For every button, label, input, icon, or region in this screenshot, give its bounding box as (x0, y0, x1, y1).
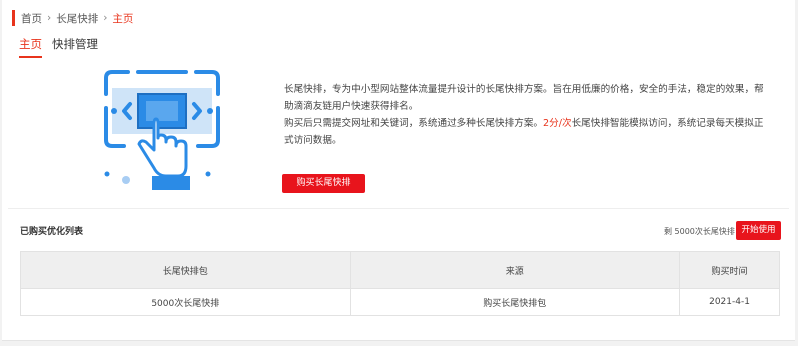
table-row: 5000次长尾快排 购买长尾快排包 2021-4-1 (20, 288, 780, 316)
intro-paragraph-2-start: 购买后只需提交网址和关键词，系统通过多种长尾快排方案。 (284, 118, 544, 129)
cell-source: 购买长尾快排包 (349, 288, 681, 316)
start-use-button[interactable]: 开始使用 (736, 221, 781, 240)
column-header-source: 来源 (349, 251, 681, 289)
tab-home[interactable]: 主页 (19, 36, 42, 58)
breadcrumb-current: 主页 (112, 12, 134, 25)
breadcrumb-separator: › (47, 12, 52, 24)
column-header-purchase-time: 购买时间 (679, 251, 780, 289)
breadcrumb-long-tail[interactable]: 长尾快排 (56, 11, 98, 26)
cell-package: 5000次长尾快排 (20, 288, 351, 316)
tab-management[interactable]: 快排管理 (52, 36, 98, 58)
intro-paragraph-1: 长尾快排，专为中小型网站整体流量提升设计的长尾快排方案。旨在用低廉的价格，安全的… (284, 84, 764, 112)
purchased-table: 长尾快排包 来源 购买时间 5000次长尾快排 购买长尾快排包 2021-4-1 (20, 251, 780, 316)
column-header-package: 长尾快排包 (20, 251, 351, 289)
buy-long-tail-button[interactable]: 购买长尾快排 (282, 174, 365, 193)
purchased-list-title: 已购买优化列表 (20, 227, 84, 237)
section-divider (8, 208, 789, 209)
breadcrumb-separator: › (103, 12, 108, 24)
breadcrumb: 首页 › 长尾快排 › 主页 (12, 9, 133, 27)
breadcrumb-home[interactable]: 首页 (21, 11, 42, 26)
cell-purchase-time: 2021-4-1 (679, 288, 780, 316)
remaining-count: 剩 5000次长尾快排 (664, 227, 735, 236)
intro-text: 长尾快排，专为中小型网站整体流量提升设计的长尾快排方案。旨在用低廉的价格，安全的… (284, 81, 764, 149)
breadcrumb-marker (12, 10, 15, 26)
table-header-row: 长尾快排包 来源 购买时间 (20, 251, 780, 289)
tab-bar: 主页 快排管理 (19, 36, 108, 58)
price-text: 2分/次 (543, 118, 572, 129)
main-card: 首页 › 长尾快排 › 主页 主页 快排管理 长尾快排，专为中小型网站整体流量提… (2, 0, 795, 341)
click-screen-illustration-icon (104, 70, 220, 190)
intro-paragraph-2: 购买后只需提交网址和关键词，系统通过多种长尾快排方案。2分/次长尾快排智能模拟访… (284, 115, 764, 149)
